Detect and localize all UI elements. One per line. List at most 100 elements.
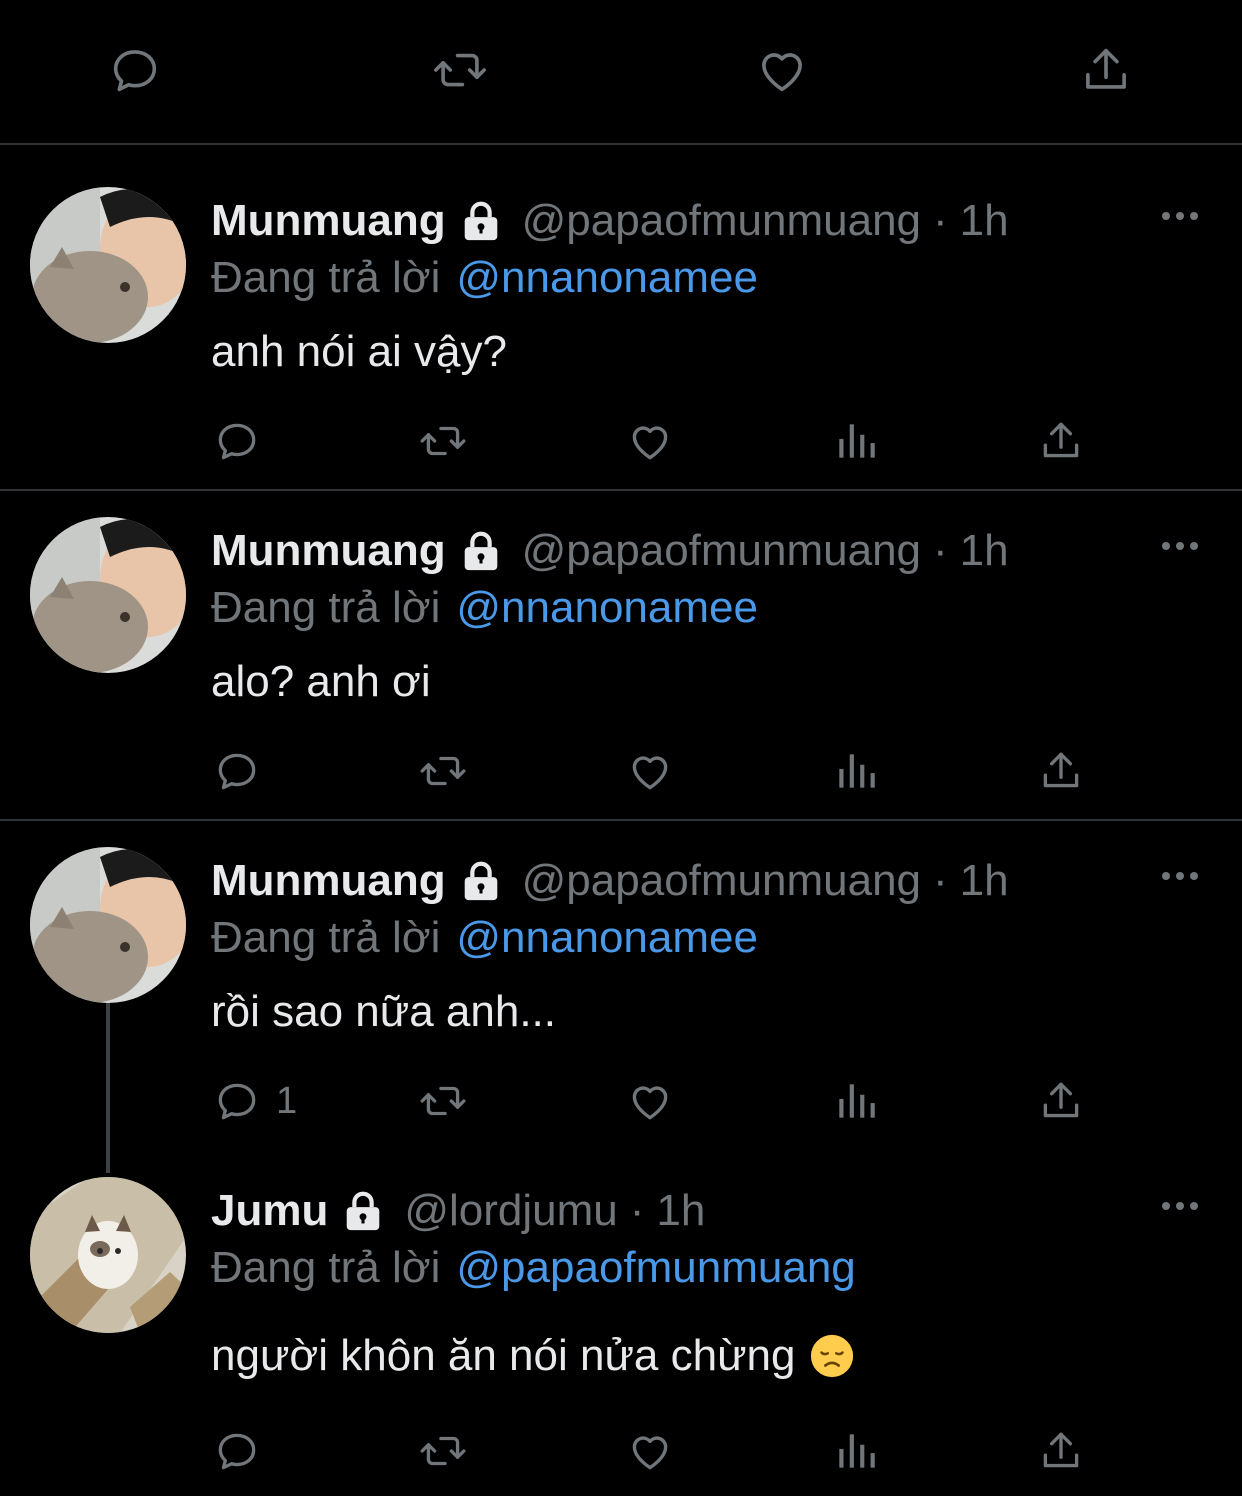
share-button[interactable]: [1036, 1421, 1086, 1481]
reply-prefix: Đang trả lời: [211, 1243, 441, 1292]
reply-icon: [218, 1433, 256, 1470]
tweet[interactable]: Munmuang @papaofmunmuang · 1h Đang trả l…: [0, 475, 1242, 821]
tweet-actions: [0, 1421, 1242, 1481]
share-icon: [1086, 48, 1126, 89]
tweet-header: Munmuang @papaofmunmuang · 1h: [211, 521, 1009, 581]
like-button[interactable]: [625, 741, 675, 801]
tweet-header: Munmuang @papaofmunmuang · 1h: [211, 191, 1009, 251]
more-icon: [1162, 212, 1198, 220]
retweet-icon: [420, 1436, 466, 1466]
analytics-icon: [839, 424, 875, 458]
more-icon: [1162, 1202, 1198, 1210]
like-button[interactable]: [625, 411, 675, 471]
tweet-text: anh nói ai vậy?: [211, 327, 507, 376]
disappointed-face-emoji: [811, 1334, 854, 1378]
more-icon: [1162, 872, 1198, 880]
analytics-icon: [839, 1434, 875, 1468]
avatar-image: [30, 187, 186, 343]
reply-button[interactable]: [105, 40, 165, 100]
tweet-text: alo? anh ơi: [211, 657, 431, 706]
reply-button[interactable]: [212, 411, 262, 471]
like-icon: [632, 756, 668, 790]
reply-context: Đang trả lời @nnanonamee: [211, 579, 758, 637]
timestamp[interactable]: 1h: [960, 856, 1009, 906]
reply-icon: [218, 423, 256, 460]
share-button[interactable]: [1036, 741, 1086, 801]
like-button[interactable]: [752, 40, 812, 100]
display-name[interactable]: Munmuang: [211, 856, 446, 906]
user-handle[interactable]: @lordjumu: [404, 1186, 617, 1236]
reply-context: Đang trả lời @nnanonamee: [211, 909, 758, 967]
retweet-icon: [434, 53, 486, 87]
timestamp[interactable]: 1h: [960, 526, 1009, 576]
user-handle[interactable]: @papaofmunmuang: [522, 526, 921, 576]
timestamp[interactable]: 1h: [960, 196, 1009, 246]
lock-icon: [458, 528, 504, 574]
display-name[interactable]: Munmuang: [211, 196, 446, 246]
tweet-text: rồi sao nữa anh...: [211, 987, 556, 1036]
reply-mention-link[interactable]: @nnanonamee: [456, 253, 758, 303]
avatar-image: [30, 847, 186, 1003]
tweet[interactable]: Munmuang @papaofmunmuang · 1h Đang trả l…: [0, 145, 1242, 491]
user-handle[interactable]: @papaofmunmuang: [522, 196, 921, 246]
share-icon: [1043, 422, 1079, 458]
timestamp[interactable]: 1h: [656, 1186, 705, 1236]
more-options-button[interactable]: [1148, 531, 1212, 561]
tweet[interactable]: Jumu @lordjumu · 1h Đang trả lời @papaof…: [0, 1135, 1242, 1496]
like-icon: [632, 426, 668, 460]
lock-icon: [458, 858, 504, 904]
display-name[interactable]: Jumu: [211, 1186, 328, 1236]
share-button[interactable]: [1036, 411, 1086, 471]
analytics-button[interactable]: [831, 1421, 881, 1481]
reply-prefix: Đang trả lời: [211, 913, 441, 962]
share-button[interactable]: [1076, 40, 1136, 100]
avatar[interactable]: [30, 847, 186, 1003]
reply-icon: [113, 50, 157, 92]
like-button[interactable]: [625, 1421, 675, 1481]
like-icon: [762, 53, 802, 92]
user-handle[interactable]: @papaofmunmuang: [522, 856, 921, 906]
display-name[interactable]: Munmuang: [211, 526, 446, 576]
retweet-icon: [420, 426, 466, 456]
retweet-icon: [420, 756, 466, 786]
like-button[interactable]: [625, 1071, 675, 1131]
retweet-button[interactable]: [430, 40, 490, 100]
reply-mention-link[interactable]: @nnanonamee: [456, 583, 758, 633]
reply-prefix: Đang trả lời: [211, 253, 441, 302]
reply-button[interactable]: [212, 741, 262, 801]
avatar[interactable]: [30, 517, 186, 673]
analytics-icon: [839, 754, 875, 788]
analytics-button[interactable]: [831, 741, 881, 801]
avatar[interactable]: [30, 1177, 186, 1333]
tweet-actions: 1: [0, 1071, 1242, 1131]
main-tweet-actions: [0, 0, 1242, 145]
retweet-icon: [420, 1086, 466, 1116]
lock-icon: [458, 198, 504, 244]
more-options-button[interactable]: [1148, 201, 1212, 231]
retweet-button[interactable]: [418, 741, 468, 801]
reply-mention-link[interactable]: @nnanonamee: [456, 913, 758, 963]
analytics-button[interactable]: [831, 1071, 881, 1131]
retweet-button[interactable]: [418, 1421, 468, 1481]
share-button[interactable]: [1036, 1071, 1086, 1131]
retweet-button[interactable]: [418, 411, 468, 471]
avatar[interactable]: [30, 187, 186, 343]
tweet-actions: [0, 411, 1242, 471]
like-icon: [632, 1086, 668, 1120]
more-options-button[interactable]: [1148, 861, 1212, 891]
separator-dot: ·: [629, 1186, 645, 1235]
tweet-text: người khôn ăn nói nửa chừng: [211, 1331, 796, 1380]
reply-button[interactable]: [212, 1421, 262, 1481]
reply-mention-link[interactable]: @papaofmunmuang: [456, 1243, 855, 1293]
tweet-header: Jumu @lordjumu · 1h: [211, 1181, 705, 1241]
like-icon: [632, 1436, 668, 1470]
retweet-button[interactable]: [418, 1071, 468, 1131]
lock-icon: [340, 1188, 386, 1234]
tweet[interactable]: Munmuang @papaofmunmuang · 1h Đang trả l…: [0, 805, 1242, 1135]
share-icon: [1043, 1432, 1079, 1468]
reply-button[interactable]: 1: [212, 1071, 297, 1131]
analytics-button[interactable]: [831, 411, 881, 471]
share-icon: [1043, 752, 1079, 788]
more-options-button[interactable]: [1148, 1191, 1212, 1221]
analytics-icon: [839, 1084, 875, 1118]
